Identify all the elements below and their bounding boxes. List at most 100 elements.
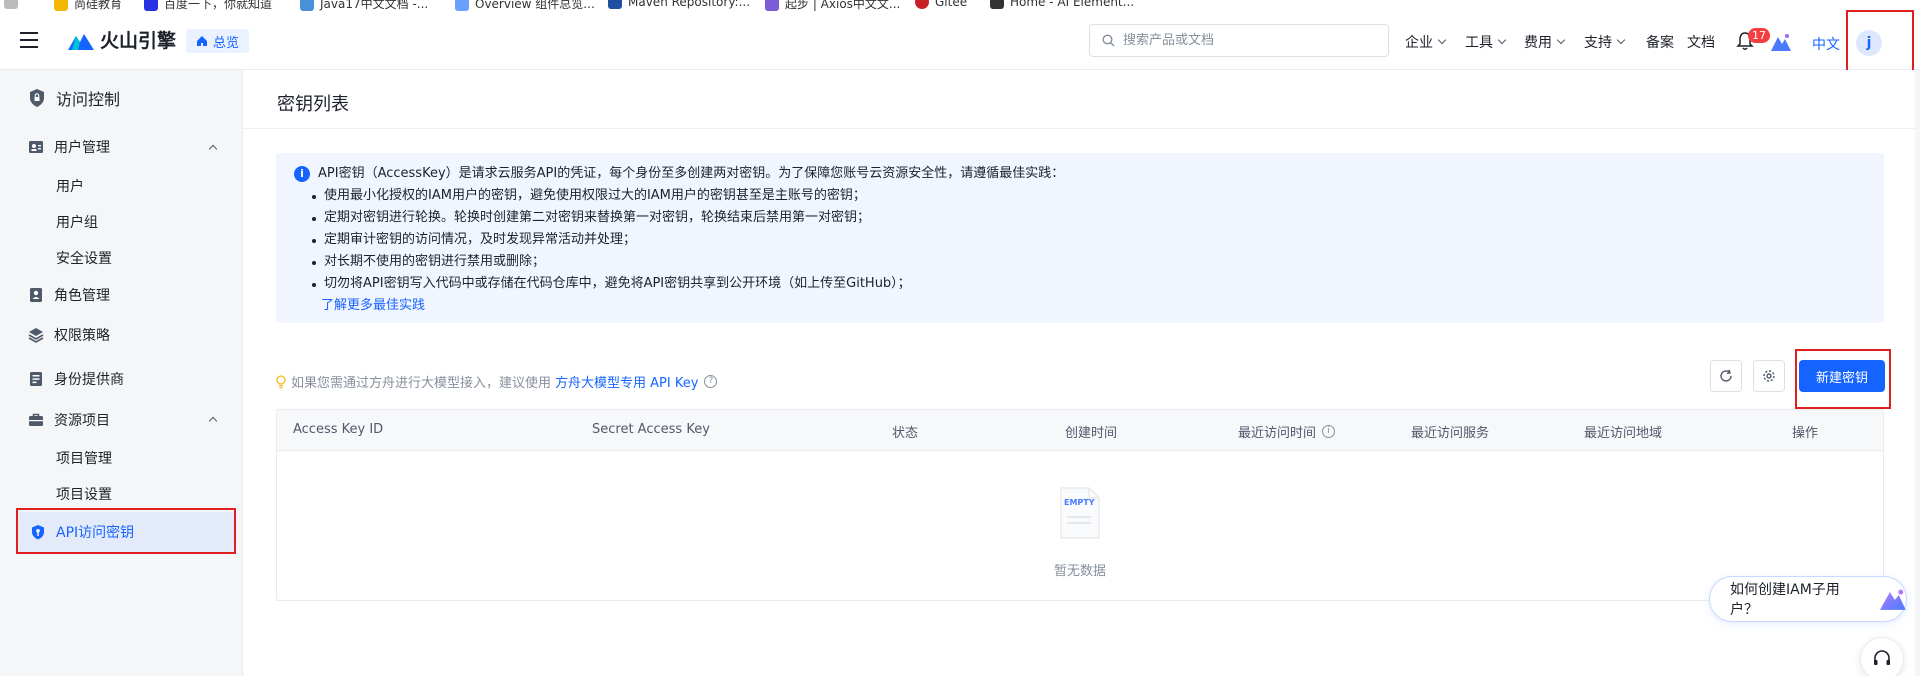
bookmark-label: 尚硅教育: [74, 0, 123, 11]
language-switch[interactable]: 中文: [1812, 34, 1840, 54]
notice-item: 使用最小化授权的IAM用户的密钥，避免使用权限过大的IAM用户的密钥甚至是主账号…: [312, 185, 1884, 207]
bookmark-favicon-icon: [990, 0, 1004, 9]
settings-button[interactable]: [1753, 360, 1785, 392]
empty-document-icon: EMPTY: [1060, 487, 1100, 539]
table-header: Access Key ID Secret Access Key 状态 创建时间 …: [277, 410, 1883, 451]
sidebar-group-label: 资源项目: [54, 413, 110, 429]
notice-item: 定期审计密钥的访问情况，及时发现异常活动并处理；: [312, 229, 1884, 251]
bookmark-item[interactable]: [4, 0, 18, 9]
nav-label: 费用: [1524, 35, 1552, 51]
refresh-button[interactable]: [1710, 360, 1742, 392]
chevron-up-icon[interactable]: [208, 416, 218, 426]
nav-label: 工具: [1465, 35, 1493, 51]
bookmark-label: Home - AI Element...: [1010, 0, 1135, 9]
bookmark-item[interactable]: Gitee: [915, 0, 967, 9]
column-header: 最近访问服务: [1411, 426, 1490, 441]
chevron-down-icon: [1616, 35, 1626, 45]
hint-text: 如果您需通过方舟进行大模型接入，建议使用: [291, 376, 552, 391]
nav-label: 文档: [1687, 35, 1715, 51]
chevron-down-icon: [1437, 35, 1447, 45]
bookmark-item[interactable]: Overview 组件总览...: [455, 0, 595, 12]
nav-label: 备案: [1646, 35, 1674, 51]
assistant-mountain-icon: [1880, 589, 1906, 610]
nav-support[interactable]: 支持: [1584, 32, 1626, 52]
sidebar-item-users[interactable]: 用户: [56, 176, 84, 196]
main-content: 密钥列表 i API密钥（AccessKey）是请求云服务API的凭证，每个身份…: [243, 70, 1915, 676]
sidebar-item-label: API访问密钥: [56, 525, 135, 541]
browser-bookmarks-bar: 尚硅教育 百度一下，你就知道 Java17中文文档 -... Overview …: [0, 0, 1920, 12]
sidebar-group-user-management[interactable]: 用户管理: [28, 137, 110, 157]
sidebar-group-resource-projects[interactable]: 资源项目: [28, 410, 110, 430]
bookmark-favicon-icon: [765, 0, 779, 11]
sidebar: 访问控制 用户管理 用户 用户组 安全设置 角色管理 权限策略 身份提供商 资源…: [0, 70, 243, 676]
notice-item: 定期对密钥进行轮换。轮换时创建第二对密钥来替换第一对密钥，轮换结束后禁用第一对密…: [312, 207, 1884, 229]
mountain-assistant-icon[interactable]: [1771, 33, 1791, 51]
overview-button[interactable]: 总览: [186, 29, 250, 53]
sidebar-group-label: 用户管理: [54, 140, 110, 156]
help-bubble-button[interactable]: 如何创建IAM子用户？: [1709, 576, 1907, 622]
info-notice: i API密钥（AccessKey）是请求云服务API的凭证，每个身份至多创建两…: [276, 153, 1884, 323]
notice-heading: API密钥（AccessKey）是请求云服务API的凭证，每个身份至多创建两对密…: [318, 166, 1065, 181]
page-title: 密钥列表: [277, 94, 349, 115]
nav-label: 支持: [1584, 35, 1612, 51]
sidebar-item-security-settings[interactable]: 安全设置: [56, 248, 112, 268]
empty-badge: EMPTY: [1064, 498, 1095, 507]
bookmark-item[interactable]: 百度一下，你就知道: [144, 0, 272, 12]
sidebar-item-label: 身份提供商: [54, 372, 124, 388]
menu-icon[interactable]: [20, 32, 38, 48]
bookmark-favicon-icon: [455, 0, 469, 11]
bookmark-item[interactable]: 尚硅教育: [54, 0, 122, 12]
bookmark-label: Overview 组件总览...: [475, 0, 595, 11]
ark-api-key-link[interactable]: 方舟大模型专用 API Key: [555, 372, 698, 391]
bookmark-favicon-icon: [54, 0, 68, 11]
search-box[interactable]: [1089, 24, 1389, 57]
sidebar-item-user-groups[interactable]: 用户组: [56, 212, 98, 232]
column-header: Access Key ID: [293, 422, 384, 437]
sidebar-title-label: 访问控制: [56, 90, 121, 109]
bookmark-item[interactable]: Home - AI Element...: [990, 0, 1134, 9]
nav-enterprise[interactable]: 企业: [1405, 32, 1447, 52]
layers-icon: [28, 328, 44, 343]
nav-billing[interactable]: 费用: [1524, 32, 1566, 52]
nav-icp-filing[interactable]: 备案: [1646, 32, 1674, 52]
bookmark-label: Java17中文文档 -...: [320, 0, 429, 11]
gear-icon: [1763, 370, 1775, 382]
nav-label: 企业: [1405, 35, 1433, 51]
sidebar-item-project-settings[interactable]: 项目设置: [56, 484, 112, 504]
user-avatar[interactable]: j: [1856, 30, 1882, 56]
role-badge-icon: [30, 288, 42, 302]
column-header: Secret Access Key: [592, 422, 710, 437]
bookmark-label: Gitee: [935, 0, 968, 9]
briefcase-icon: [29, 413, 43, 426]
volcano-logo-icon: [68, 33, 94, 50]
keys-table: Access Key ID Secret Access Key 状态 创建时间 …: [276, 409, 1884, 601]
search-input[interactable]: [1123, 33, 1363, 48]
bookmark-item[interactable]: Maven Repository:...: [608, 0, 750, 9]
sidebar-item-permission-policies[interactable]: 权限策略: [28, 325, 110, 345]
nav-tools[interactable]: 工具: [1465, 32, 1507, 52]
sidebar-item-project-management[interactable]: 项目管理: [56, 448, 112, 468]
lightbulb-icon: [276, 374, 286, 388]
notice-list: 使用最小化授权的IAM用户的密钥，避免使用权限过大的IAM用户的密钥甚至是主账号…: [294, 185, 1884, 295]
create-key-button[interactable]: 新建密钥: [1799, 360, 1885, 392]
bookmark-item[interactable]: 起步 | Axios中文文...: [765, 0, 900, 12]
key-shield-icon: [32, 525, 44, 540]
chevron-up-icon[interactable]: [208, 144, 218, 154]
nav-docs[interactable]: 文档: [1687, 32, 1715, 52]
sidebar-item-api-access-keys[interactable]: API访问密钥: [18, 512, 234, 552]
top-header: 火山引擎 总览 企业 工具 费用 支持 备案 文档 17 中文 j: [0, 12, 1920, 70]
sidebar-item-role-management[interactable]: 角色管理: [28, 285, 110, 305]
column-header: 最近访问地域: [1584, 426, 1663, 441]
customer-support-button[interactable]: [1860, 637, 1904, 676]
info-circle-icon[interactable]: i: [1322, 425, 1336, 438]
bookmark-favicon-icon: [915, 0, 929, 9]
brand-logo[interactable]: 火山引擎: [68, 26, 176, 53]
sidebar-title: 访问控制: [28, 86, 120, 110]
headset-icon: [1874, 650, 1890, 665]
sidebar-item-identity-providers[interactable]: 身份提供商: [28, 369, 124, 389]
bookmark-item[interactable]: Java17中文文档 -...: [300, 0, 428, 12]
question-circle-icon[interactable]: ?: [704, 375, 718, 388]
column-header-last-access-time: 最近访问时间 i: [1238, 422, 1336, 441]
search-icon: [1102, 34, 1115, 47]
learn-more-link[interactable]: 了解更多最佳实践: [294, 295, 1884, 317]
